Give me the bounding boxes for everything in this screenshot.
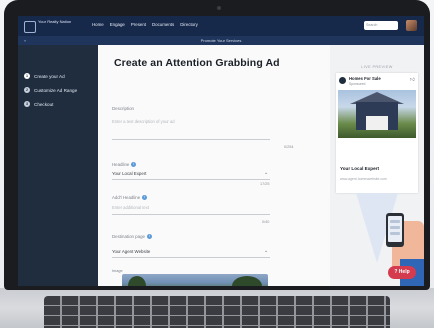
- help-label: Help: [398, 269, 410, 275]
- sub-header-title: Promote Your Services: [200, 38, 242, 43]
- search-input[interactable]: Search: [364, 21, 398, 30]
- additional-text-underline: [112, 214, 270, 215]
- info-icon[interactable]: i: [142, 195, 148, 200]
- destination-select[interactable]: Your Agent Website: [112, 249, 150, 254]
- phone-screen: [388, 216, 402, 242]
- laptop-screen: Your Realty Nation Home Engage Present D…: [18, 16, 424, 286]
- additional-text-counter: 0/40: [262, 220, 270, 224]
- image-label: Image: [112, 269, 123, 273]
- destination-label: Destination page i: [112, 234, 152, 239]
- description-input[interactable]: Enter a text description of your ad: [112, 119, 175, 124]
- preview-card-sub: Sponsored: [349, 82, 366, 86]
- info-icon[interactable]: i: [131, 162, 137, 167]
- headline-underline: [112, 179, 270, 180]
- additional-text-label: Add'l Headline i: [112, 195, 148, 200]
- sidebar-item-create-ad[interactable]: 1 Create your Ad: [24, 73, 65, 79]
- info-icon[interactable]: i: [146, 234, 152, 239]
- nav-link-present[interactable]: Present: [131, 22, 146, 27]
- top-nav: Your Realty Nation Home Engage Present D…: [18, 16, 424, 36]
- headline-label: Headline i: [112, 162, 137, 167]
- avatar[interactable]: [406, 20, 417, 31]
- destination-label-text: Destination page: [112, 234, 145, 239]
- step-number: 2: [24, 87, 30, 93]
- sidebar-item-ad-range[interactable]: 2 Customize Ad Range: [24, 87, 77, 93]
- headline-counter: 17/25: [260, 182, 270, 186]
- brand-logo-icon[interactable]: [24, 21, 36, 33]
- nav-link-home[interactable]: Home: [92, 22, 104, 27]
- step-number: 1: [24, 73, 30, 79]
- chevron-down-icon[interactable]: ⌄: [264, 248, 268, 254]
- sidebar-item-label: Customize Ad Range: [34, 87, 78, 93]
- sub-header: « Promote Your Services: [18, 36, 424, 45]
- back-icon[interactable]: «: [24, 36, 26, 45]
- sidebar-item-checkout[interactable]: 3 Checkout: [24, 101, 53, 107]
- description-counter: 0/254: [284, 145, 294, 149]
- steps-sidebar: 1 Create your Ad 2 Customize Ad Range 3 …: [18, 45, 98, 286]
- ad-image-upload[interactable]: [122, 274, 268, 286]
- help-icon: ?: [394, 269, 398, 275]
- house-porch: [366, 116, 388, 130]
- preview-house-image: [338, 90, 416, 138]
- brand-logo-icon: [339, 77, 346, 84]
- preview-agent-name: Your Local Expert: [340, 166, 379, 171]
- nav-link-engage[interactable]: Engage: [110, 22, 125, 27]
- preview-url: www.agent-homeswebsite.com: [340, 177, 387, 181]
- laptop-keyboard: [44, 296, 390, 328]
- page-title: Create an Attention Grabbing Ad: [114, 57, 280, 69]
- headline-select[interactable]: Your Local Expert: [112, 171, 147, 176]
- additional-text-input[interactable]: Enter additional text: [112, 205, 149, 210]
- chevron-down-icon[interactable]: ⌄: [264, 170, 268, 176]
- ad-preview-card: Homes For Sale Sponsored 👍︎ Your Local E…: [336, 73, 418, 193]
- sidebar-item-label: Create your Ad: [34, 73, 65, 79]
- tree-shape: [232, 276, 262, 286]
- phone-illustration: [386, 213, 404, 247]
- nav-link-documents[interactable]: Documents: [152, 22, 174, 27]
- laptop-lid: Your Realty Nation Home Engage Present D…: [4, 0, 430, 290]
- ad-form: Create an Attention Grabbing Ad Descript…: [98, 45, 330, 286]
- thumbs-up-icon: 👍︎: [409, 77, 415, 83]
- preview-label: LIVE PREVIEW: [361, 65, 393, 69]
- live-preview-panel: LIVE PREVIEW Homes For Sale Sponsored 👍︎…: [330, 45, 424, 286]
- sidebar-item-label: Checkout: [34, 101, 54, 107]
- brand-name[interactable]: Your Realty Nation: [38, 19, 78, 24]
- additional-text-label-text: Add'l Headline: [112, 195, 141, 200]
- headline-label-text: Headline: [112, 162, 130, 167]
- tree-shape: [128, 276, 146, 286]
- nav-links: Home Engage Present Documents Directory: [92, 22, 198, 27]
- destination-underline: [112, 257, 270, 258]
- step-number: 3: [24, 101, 30, 107]
- description-underline: [112, 139, 270, 140]
- webcam: [217, 6, 221, 10]
- nav-link-directory[interactable]: Directory: [180, 22, 198, 27]
- laptop-scene: Your Realty Nation Home Engage Present D…: [0, 0, 434, 328]
- preview-card-title: Homes For Sale: [349, 76, 381, 81]
- description-label: Description: [112, 106, 134, 111]
- help-button[interactable]: ? Help: [388, 266, 416, 279]
